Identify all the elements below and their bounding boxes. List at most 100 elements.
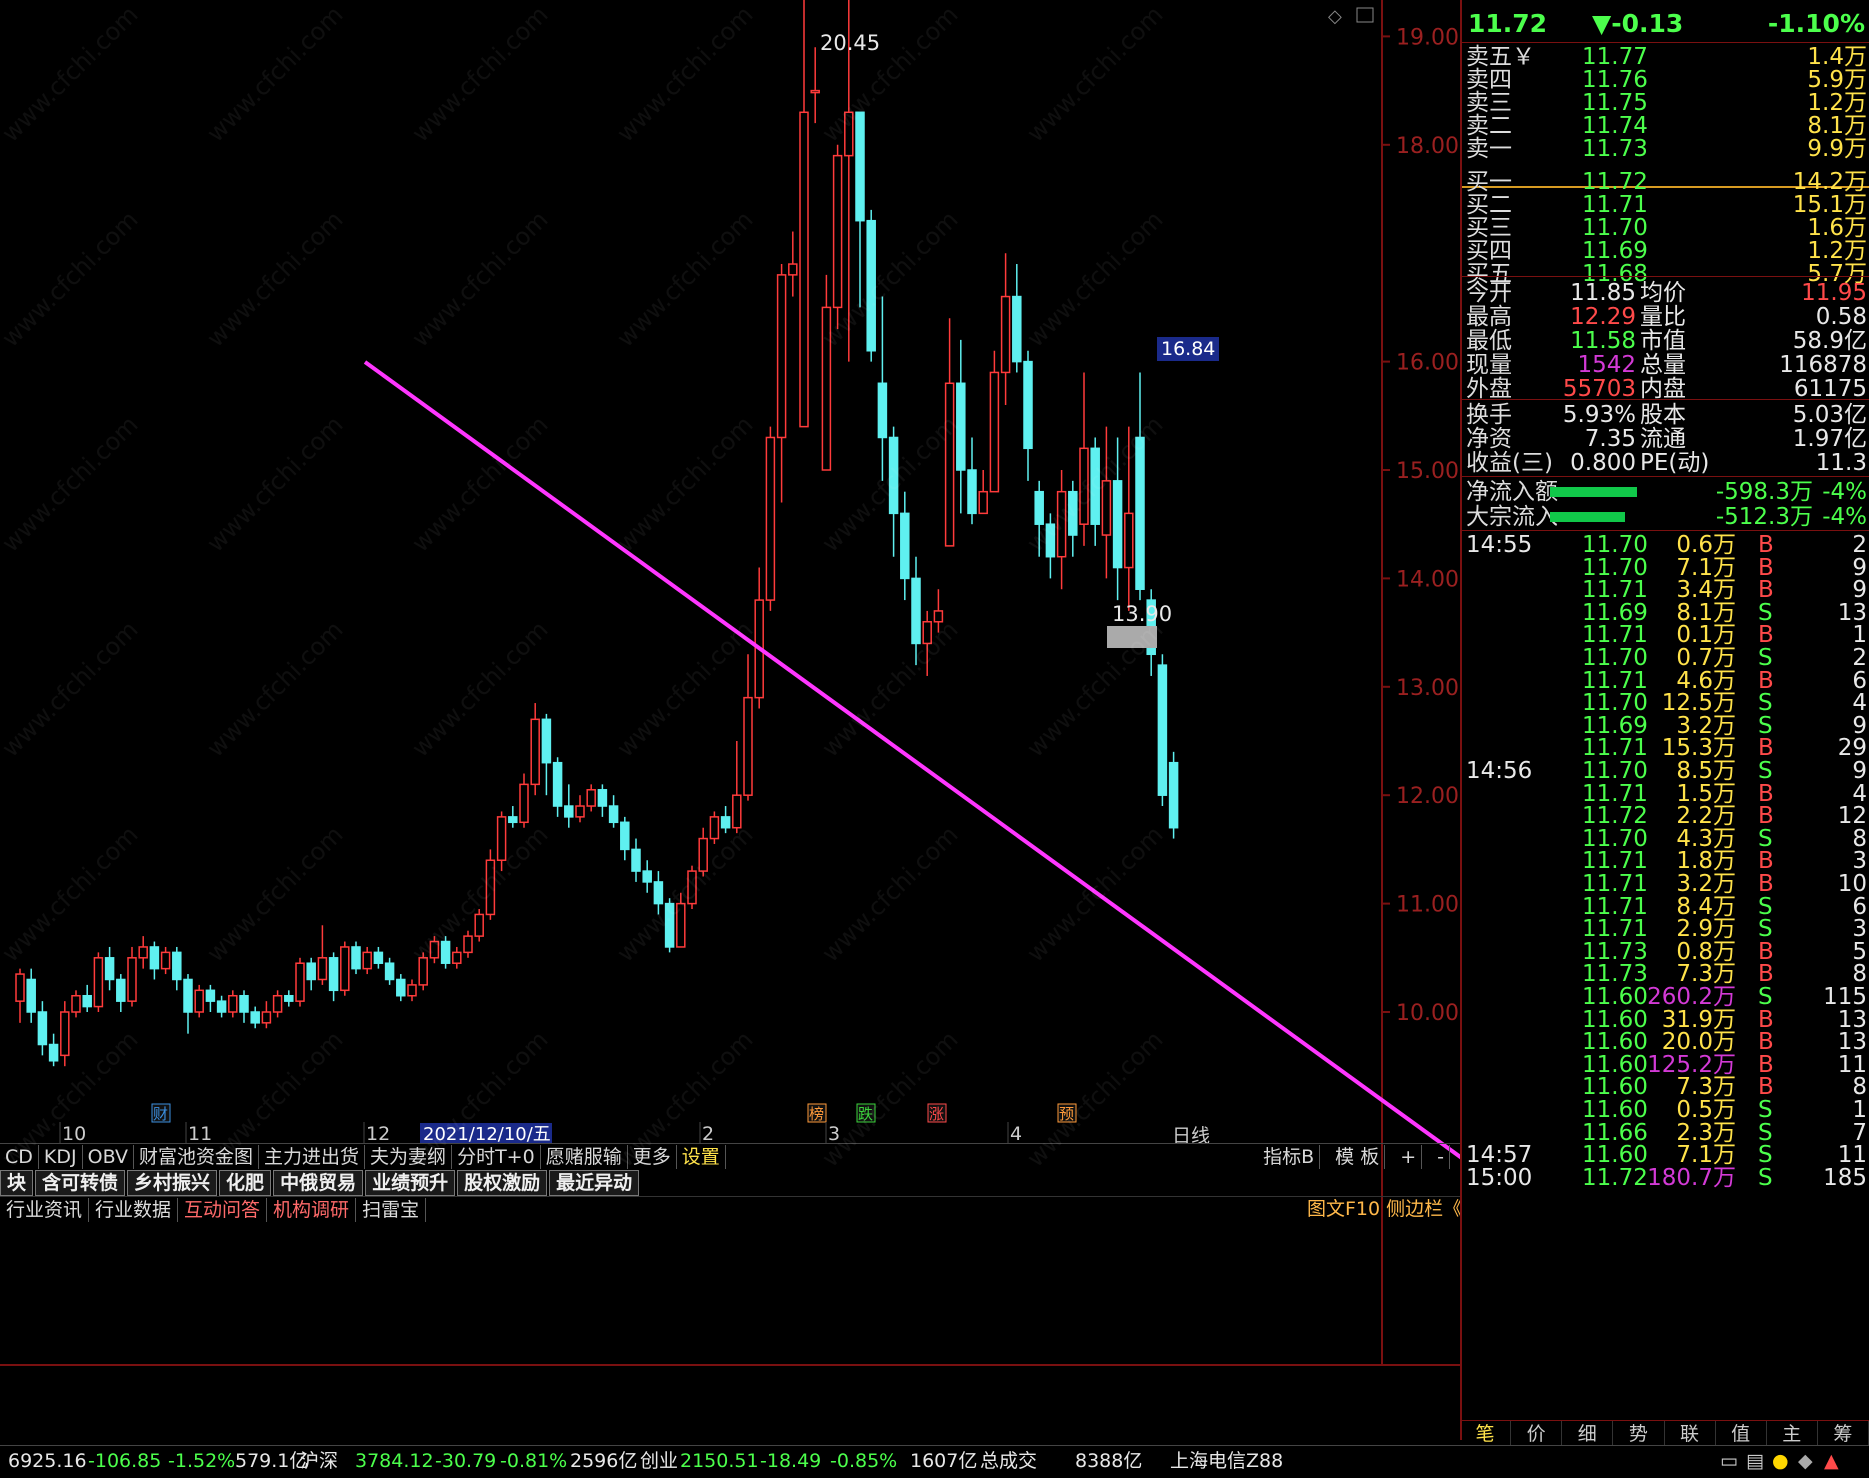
indicator-b-button[interactable]: 指标B [1258, 1145, 1321, 1169]
candle-body [978, 490, 988, 515]
concept-tab[interactable]: 化肥 [219, 1170, 272, 1196]
indicator-tab[interactable]: 财富池资金图 [134, 1145, 260, 1169]
candle [228, 990, 238, 1018]
concept-tab[interactable]: 股权激励 [457, 1170, 548, 1196]
candle [564, 784, 574, 828]
price-tick-label: 11.00 [1396, 893, 1459, 918]
candle [586, 784, 596, 812]
template-button[interactable]: 模 板 [1330, 1145, 1386, 1169]
news-tab[interactable]: 扫雷宝 [356, 1198, 427, 1222]
candle [508, 806, 518, 828]
concept-tab[interactable]: 块 [0, 1170, 34, 1196]
candle-body [631, 848, 641, 872]
window-restore-icon[interactable] [1356, 7, 1374, 23]
candle-body [396, 978, 406, 997]
candle [743, 654, 753, 801]
indicator-tab[interactable]: OBV [83, 1145, 135, 1169]
candle [1068, 480, 1078, 557]
stat-label: 最高 [1466, 304, 1512, 330]
event-marker-label: 榜 [809, 1105, 824, 1123]
tick-time: 15:00 [1466, 1164, 1533, 1191]
news-tab[interactable]: 互动问答 [178, 1198, 268, 1222]
flow-pct: -4% [1822, 504, 1867, 530]
gear-icon[interactable]: ◆ [1798, 1446, 1813, 1476]
candle-body [15, 973, 25, 1002]
candle [1101, 426, 1112, 579]
candle-body [205, 989, 216, 1002]
indicator-tab[interactable]: 夫为妻纲 [365, 1145, 453, 1169]
diamond-icon[interactable]: ◇ [1328, 6, 1342, 27]
cursor-date: 2021/12/10/五 [423, 1124, 551, 1145]
side-tab[interactable]: 筹 [1818, 1421, 1869, 1447]
indicator-tab[interactable]: 更多 [628, 1145, 677, 1169]
news-tab[interactable]: 行业数据 [89, 1198, 179, 1222]
candle [351, 941, 361, 975]
concept-tab[interactable]: 中俄贸易 [273, 1170, 364, 1196]
candle-body [888, 436, 899, 515]
candle [463, 930, 473, 958]
candle-body [71, 994, 81, 1013]
indicator-tab[interactable]: 愿赌服输 [541, 1145, 628, 1169]
candle-body [1000, 295, 1011, 374]
concept-tab[interactable]: 乡村振兴 [127, 1170, 218, 1196]
flow-pct: -4% [1822, 479, 1867, 505]
indicator-tab[interactable]: KDJ [39, 1145, 83, 1169]
concept-tab[interactable]: 业绩预升 [365, 1170, 456, 1196]
candle [362, 946, 372, 975]
price-tick-label: 12.00 [1396, 784, 1459, 809]
candle [956, 339, 966, 514]
candle [1135, 372, 1145, 601]
candle-body [138, 946, 148, 959]
candle [127, 946, 137, 1007]
zoom-out-button[interactable]: - [1432, 1145, 1450, 1169]
candle [620, 816, 630, 861]
alert-icon[interactable]: ▲ [1824, 1446, 1839, 1476]
candle-body [519, 783, 529, 824]
candle [989, 350, 1000, 493]
candle [250, 1006, 260, 1029]
candle-body [1101, 480, 1112, 536]
status-item: -0.81% [500, 1450, 568, 1472]
trend-arrow-line[interactable] [363, 360, 1460, 1418]
side-tab[interactable]: 值 [1716, 1421, 1767, 1447]
coin-icon[interactable]: ● [1772, 1446, 1789, 1476]
msg-icon[interactable]: ▭ [1720, 1446, 1738, 1476]
stat-value: 7.35 [1584, 426, 1636, 452]
window-icon[interactable]: ▤ [1746, 1446, 1764, 1476]
candle-body [418, 957, 428, 986]
candle-body [351, 946, 361, 970]
kline-svg[interactable]: 20.0019.0018.0016.0015.0014.0013.0012.00… [0, 0, 1460, 1445]
candle [496, 811, 507, 872]
indicator-tab[interactable]: CD [0, 1145, 39, 1169]
candle-body [362, 951, 372, 970]
stat-label: 净资 [1466, 426, 1512, 452]
side-tab[interactable]: 联 [1665, 1421, 1716, 1447]
side-tab[interactable]: 笔 [1460, 1421, 1512, 1447]
news-tab[interactable]: 机构调研 [267, 1198, 357, 1222]
indicator-tab[interactable]: 主力进出货 [259, 1145, 366, 1169]
candle-body [956, 382, 966, 471]
stat-value: 116878 [1779, 352, 1867, 378]
candle [1056, 470, 1067, 590]
f10-sidebar-toggle[interactable]: 图文F10 侧边栏《 [1307, 1196, 1462, 1222]
candle [944, 318, 955, 547]
news-tab[interactable]: 行业资讯 [0, 1198, 90, 1222]
candle-body [866, 219, 876, 352]
concept-tab[interactable]: 最近异动 [549, 1170, 640, 1196]
candle [967, 437, 977, 525]
zoom-in-button[interactable]: + [1395, 1145, 1423, 1169]
side-tab[interactable]: 细 [1562, 1421, 1614, 1447]
indicator-tab[interactable]: 设置 [677, 1145, 726, 1169]
concept-tab[interactable]: 含可转债 [35, 1170, 126, 1196]
candle [306, 957, 316, 991]
side-tab[interactable]: 价 [1511, 1421, 1563, 1447]
stat-value: 5.93% [1562, 402, 1636, 428]
fundamental-row: 换手 5.93% 股本 5.03亿 [1462, 402, 1869, 429]
indicator-tab[interactable]: 分时T+0 [452, 1145, 541, 1169]
candle [911, 556, 921, 666]
side-tab[interactable]: 势 [1613, 1421, 1665, 1447]
side-tab[interactable]: 主 [1767, 1421, 1818, 1447]
kline-chart[interactable]: 20.0019.0018.0016.0015.0014.0013.0012.00… [0, 0, 1460, 1445]
flow-row: 净流入额 -598.3万 -4% [1462, 479, 1869, 506]
candle [82, 984, 92, 1012]
